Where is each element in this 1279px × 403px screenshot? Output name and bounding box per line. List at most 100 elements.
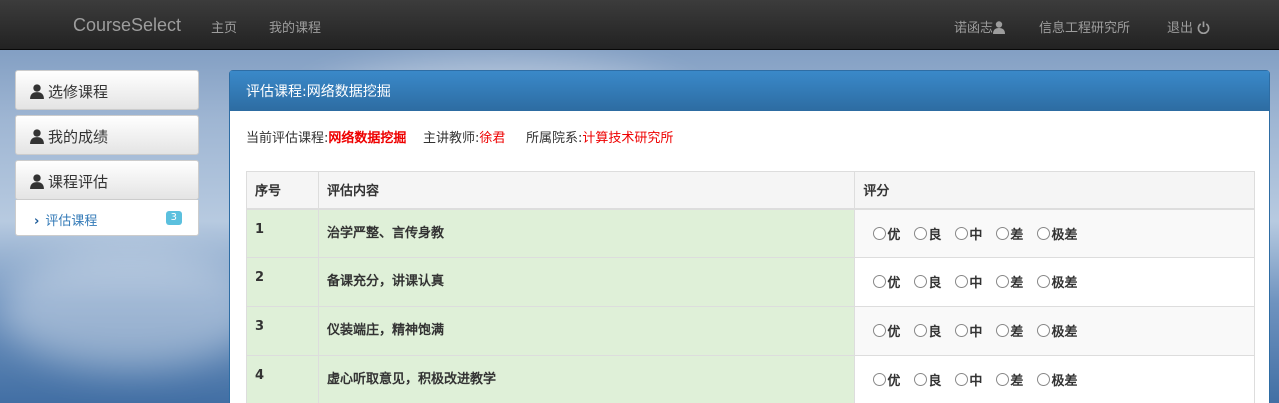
score-option[interactable]: 中 [955, 224, 982, 243]
sidebar-subitem-evaluate-course[interactable]: › 评估课程 3 [15, 200, 199, 236]
column-header: 评估内容 [317, 171, 856, 210]
score-option[interactable]: 差 [996, 321, 1023, 340]
score-option-label: 优 [887, 374, 901, 389]
score-option[interactable]: 良 [914, 272, 941, 291]
evaluation-content: 虚心听取意见，积极改进教学 [317, 355, 856, 403]
score-option[interactable]: 极差 [1037, 370, 1077, 389]
sidebar-item-course-evaluation[interactable]: 课程评估 [15, 160, 199, 200]
column-header: 评分 [854, 171, 1255, 210]
course-info: 当前评估课程:网络数据挖掘 主讲教师:徐君 所属院系:计算技术研究所 [246, 127, 673, 146]
score-radio[interactable] [1037, 226, 1051, 240]
count-badge: 3 [165, 211, 182, 225]
score-radio[interactable] [914, 226, 928, 240]
sidebar-item-label: 我的成绩 [48, 128, 109, 146]
logout-link[interactable]: 退出 [1167, 17, 1210, 36]
score-radio[interactable] [873, 226, 887, 240]
score-radio[interactable] [1037, 373, 1051, 386]
score-options: 优 良 中 差 极差 [854, 257, 1255, 307]
evaluation-content: 备课充分，讲课认真 [317, 257, 856, 307]
teacher-value: 徐君 [479, 131, 506, 146]
score-option-label: 极差 [1051, 325, 1078, 340]
table-row: 3 仪装端庄，精神饱满 优 良 中 差 极差 [246, 306, 1255, 356]
score-option-label: 良 [928, 276, 942, 291]
user-name: 诺函志 [954, 21, 994, 36]
score-option[interactable]: 良 [914, 224, 941, 243]
score-radio[interactable] [996, 373, 1010, 386]
score-radio[interactable] [873, 275, 887, 288]
panel-title: 评估课程:网络数据挖掘 [230, 71, 1269, 111]
row-number: 1 [246, 208, 319, 258]
score-radio[interactable] [873, 373, 887, 386]
score-options: 优 良 中 差 极差 [854, 208, 1255, 258]
score-option[interactable]: 极差 [1037, 272, 1077, 291]
dept-value: 计算技术研究所 [582, 131, 674, 146]
score-option[interactable]: 极差 [1037, 321, 1077, 340]
score-radio[interactable] [996, 226, 1010, 240]
row-number: 4 [246, 355, 319, 403]
table-row: 1 治学严整、言传身教 优 良 中 差 极差 [246, 208, 1255, 258]
score-option-label: 中 [969, 325, 983, 340]
evaluation-panel: 评估课程:网络数据挖掘 当前评估课程:网络数据挖掘 主讲教师:徐君 所属院系:计… [229, 70, 1270, 403]
nav-home-link[interactable]: 主页 [211, 17, 237, 36]
nav-my-courses-link[interactable]: 我的课程 [269, 17, 321, 36]
score-option-label: 差 [1010, 374, 1024, 389]
course-value: 网络数据挖掘 [328, 131, 407, 146]
score-radio[interactable] [1037, 324, 1051, 337]
user-icon [30, 174, 44, 189]
score-radio[interactable] [955, 373, 969, 386]
score-option-label: 差 [1010, 325, 1024, 340]
score-options: 优 良 中 差 极差 [854, 355, 1255, 403]
power-icon [1197, 21, 1210, 35]
cloud-decoration [0, 250, 260, 370]
user-menu[interactable]: 诺函志 [954, 17, 1006, 36]
table-row: 4 虚心听取意见，积极改进教学 优 良 中 差 极差 [246, 355, 1255, 403]
score-radio[interactable] [873, 324, 887, 337]
score-option-label: 中 [969, 276, 983, 291]
score-option[interactable]: 差 [996, 272, 1023, 291]
score-option-label: 良 [928, 374, 942, 389]
row-number: 3 [246, 306, 319, 356]
sidebar-item-elective-courses[interactable]: 选修课程 [15, 70, 199, 110]
score-option-label: 极差 [1051, 276, 1078, 291]
score-radio[interactable] [914, 373, 928, 386]
evaluation-content: 治学严整、言传身教 [317, 208, 856, 258]
user-icon [30, 129, 44, 144]
score-option[interactable]: 中 [955, 321, 982, 340]
score-option[interactable]: 优 [873, 321, 900, 340]
score-option[interactable]: 优 [873, 224, 900, 243]
score-option[interactable]: 优 [873, 272, 900, 291]
table-header-row: 序号 评估内容 评分 [246, 171, 1255, 210]
score-option[interactable]: 良 [914, 370, 941, 389]
score-radio[interactable] [914, 275, 928, 288]
brand-logo[interactable]: CourseSelect [73, 15, 181, 36]
score-option[interactable]: 良 [914, 321, 941, 340]
score-option-label: 差 [1010, 227, 1024, 243]
top-navbar: CourseSelect 主页 我的课程 诺函志 信息工程研究所 退出 [0, 0, 1279, 50]
dept-label: 所属院系: [526, 131, 583, 146]
score-option-label: 极差 [1051, 374, 1078, 389]
sidebar-subitem-label: 评估课程 [45, 214, 98, 229]
score-option-label: 优 [887, 325, 901, 340]
score-radio[interactable] [955, 324, 969, 337]
user-icon [30, 84, 44, 99]
score-option[interactable]: 中 [955, 370, 982, 389]
score-option[interactable]: 极差 [1037, 224, 1077, 243]
score-option[interactable]: 中 [955, 272, 982, 291]
sidebar-item-my-grades[interactable]: 我的成绩 [15, 115, 199, 155]
score-option[interactable]: 差 [996, 224, 1023, 243]
score-option[interactable]: 差 [996, 370, 1023, 389]
score-option-label: 良 [928, 325, 942, 340]
evaluation-content: 仪装端庄，精神饱满 [317, 306, 856, 356]
score-radio[interactable] [996, 275, 1010, 288]
score-radio[interactable] [955, 275, 969, 288]
evaluation-table: 序号 评估内容 评分 1 治学严整、言传身教优良中差极差 2 备课充分，讲课认真优良中… [246, 171, 1255, 403]
score-radio[interactable] [996, 324, 1010, 337]
score-radio[interactable] [914, 324, 928, 337]
score-options: 优 良 中 差 极差 [854, 306, 1255, 356]
score-option[interactable]: 优 [873, 370, 900, 389]
course-label: 当前评估课程: [246, 131, 329, 146]
score-radio[interactable] [955, 226, 969, 240]
user-icon [993, 21, 1006, 34]
department-link[interactable]: 信息工程研究所 [1039, 17, 1130, 36]
score-radio[interactable] [1037, 275, 1051, 288]
